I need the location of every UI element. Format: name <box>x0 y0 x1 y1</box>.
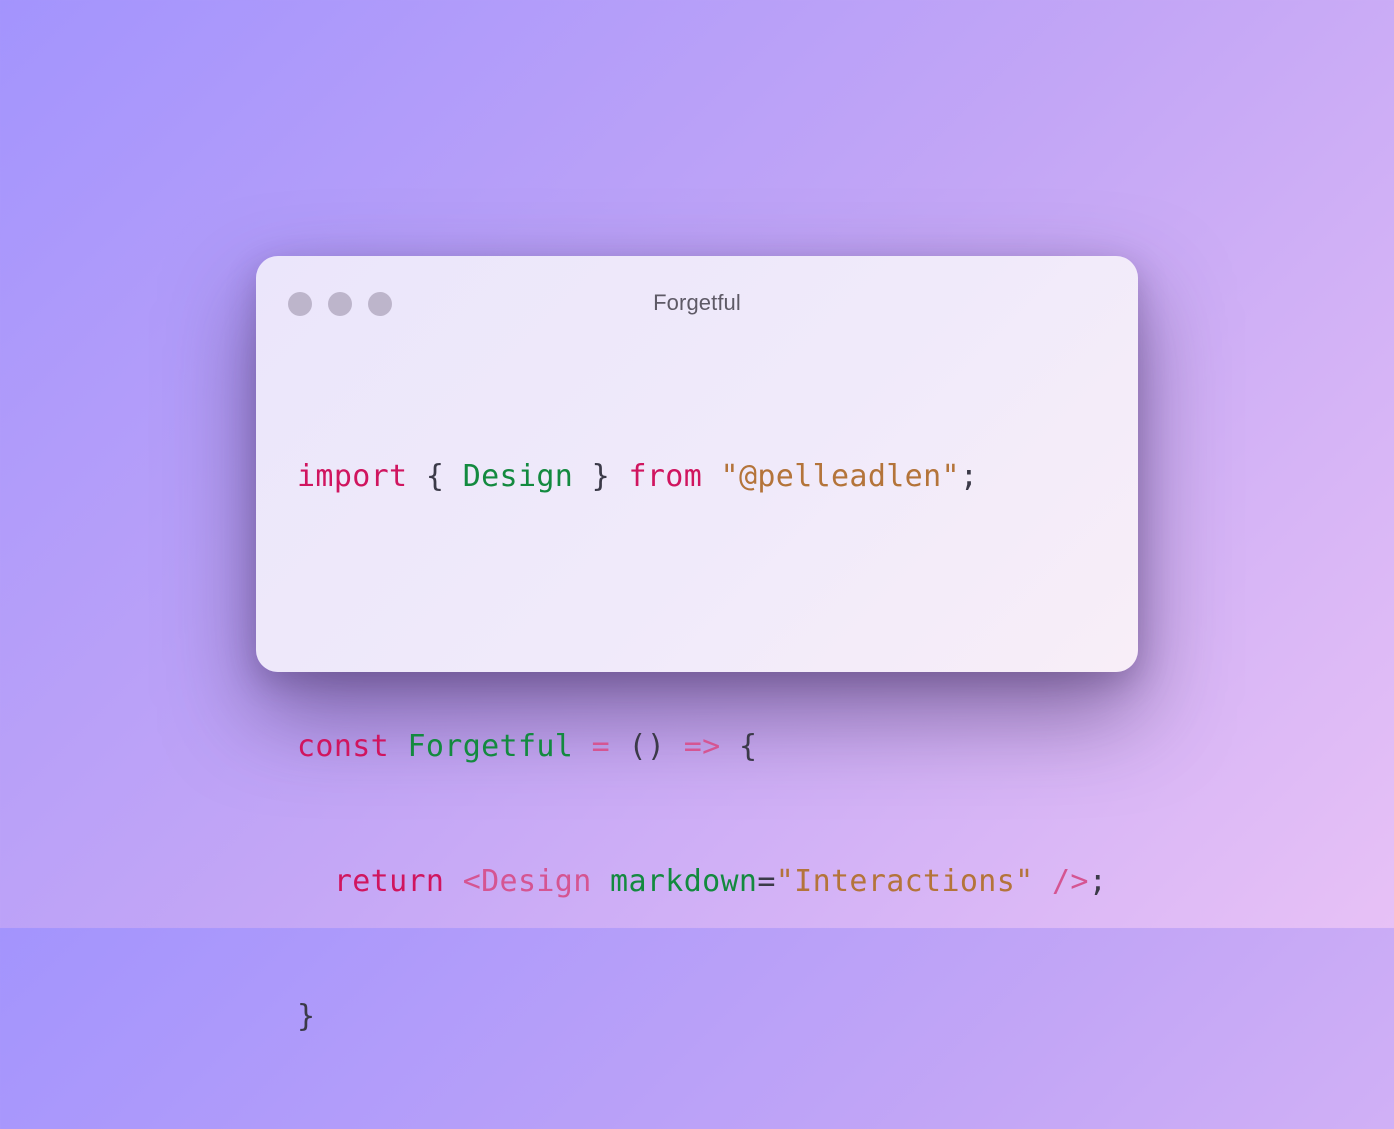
code-line-import: import { Design } from "@pelleadlen"; <box>297 454 1107 499</box>
function-brace-close: } <box>297 999 316 1034</box>
jsx-attribute: markdown <box>610 864 758 899</box>
semicolon: ; <box>959 459 979 494</box>
code-line-const: const Forgetful = () => { <box>297 724 1107 769</box>
import-keyword: import <box>297 459 408 494</box>
equals-operator: = <box>591 729 611 764</box>
module-string: "@pelleadlen" <box>720 459 960 494</box>
brace-close: } <box>573 459 629 494</box>
code-line-close: } <box>297 994 1107 1039</box>
attribute-equals: = <box>757 864 776 899</box>
code-window: Forgetful import { Design } from "@pelle… <box>256 256 1138 1034</box>
attribute-value: "Interactions" <box>775 864 1034 899</box>
from-keyword: from <box>628 459 703 494</box>
code-line-return: return <Design markdown="Interactions" /… <box>297 859 1107 904</box>
semicolon: ; <box>1088 864 1108 899</box>
const-keyword: const <box>297 729 390 764</box>
return-keyword: return <box>333 864 445 899</box>
jsx-tag-open: <Design <box>462 864 592 899</box>
jsx-tag-close: /> <box>1051 864 1089 899</box>
imported-name: Design <box>462 459 574 494</box>
arrow-operator: => <box>683 729 721 764</box>
parens: () <box>610 729 684 764</box>
function-brace-open: { <box>720 729 758 764</box>
brace-open: { <box>407 459 463 494</box>
code-block: import { Design } from "@pelleadlen"; co… <box>297 364 1107 1129</box>
component-name: Forgetful <box>407 729 574 764</box>
window-title: Forgetful <box>653 290 741 315</box>
